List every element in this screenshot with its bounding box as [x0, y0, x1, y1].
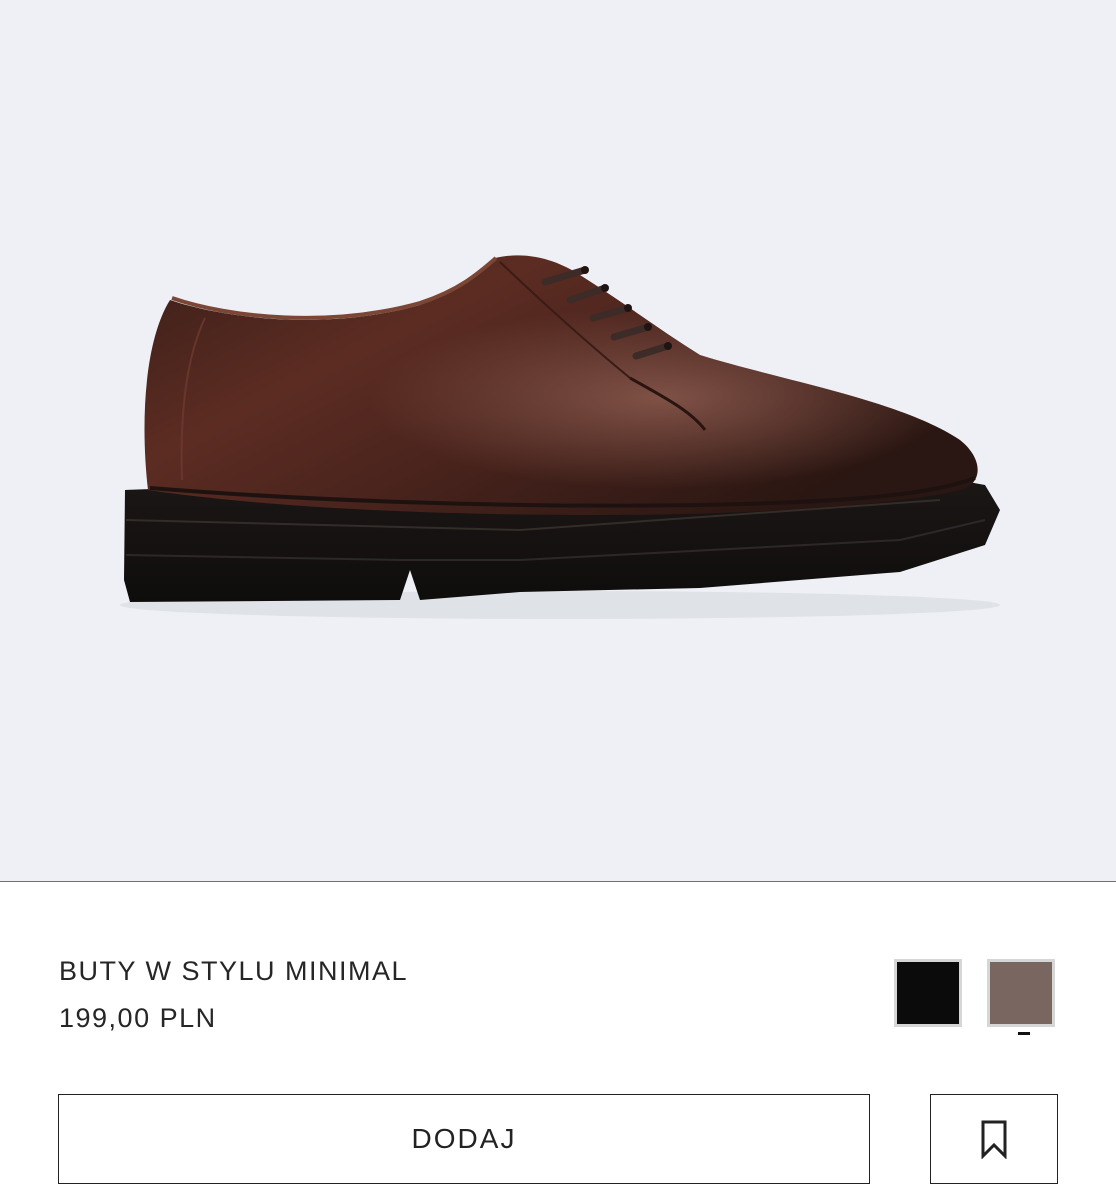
product-title: BUTY W STYLU MINIMAL: [59, 956, 409, 986]
color-swatch-black[interactable]: [894, 959, 962, 1027]
product-image-area[interactable]: [0, 0, 1116, 882]
swatch-fill-black: [897, 962, 959, 1024]
bookmark-button[interactable]: [930, 1094, 1058, 1184]
swatch-fill-brown: [990, 962, 1052, 1024]
add-button-label: DODAJ: [411, 1123, 517, 1154]
color-swatch-brown[interactable]: [987, 959, 1055, 1027]
bookmark-icon: [981, 1120, 1007, 1159]
selected-color-indicator: [1018, 1032, 1030, 1035]
product-price: 199,00 PLN: [59, 1003, 217, 1033]
add-to-cart-button[interactable]: DODAJ: [58, 1094, 870, 1184]
product-info-panel: BUTY W STYLU MINIMAL 199,00 PLN DODAJ: [0, 882, 1116, 1200]
shoe-photo: [120, 255, 1000, 619]
